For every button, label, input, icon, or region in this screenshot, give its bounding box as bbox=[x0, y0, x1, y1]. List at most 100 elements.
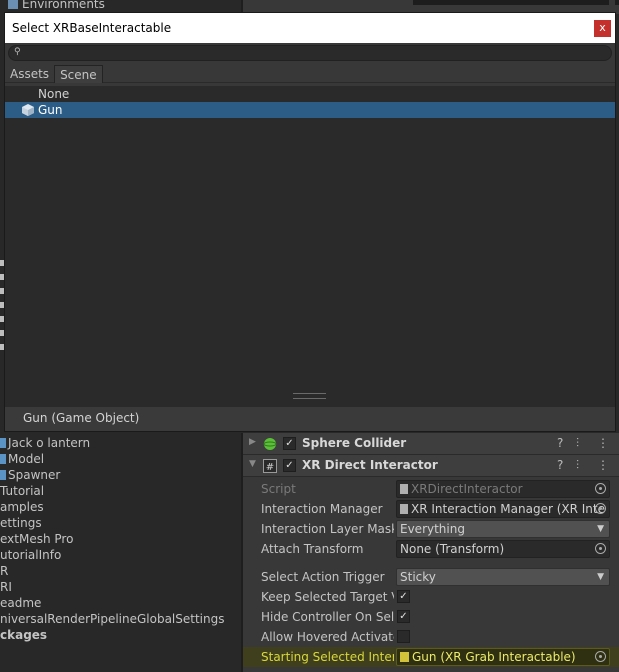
field-value: XR Interaction Manager (XR Inte bbox=[411, 502, 605, 516]
foldout-arrow-icon[interactable]: ▶ bbox=[249, 437, 256, 447]
allow-hovered-activate-checkbox[interactable] bbox=[397, 630, 410, 643]
search-box[interactable]: ⚲ bbox=[8, 45, 612, 61]
sphere-collider-header[interactable]: ▶ ✓ Sphere Collider ? ⫶ ⋮ bbox=[243, 433, 619, 455]
project-item[interactable]: extMesh Pro bbox=[0, 531, 241, 547]
script-file-icon bbox=[400, 504, 408, 514]
gameobject-icon bbox=[0, 454, 6, 464]
script-property: Script XRDirectInteractor bbox=[243, 479, 619, 499]
search-row: ⚲ bbox=[5, 43, 615, 63]
interaction-layer-mask-property: Interaction Layer Mask Everything ▼ bbox=[243, 519, 619, 539]
starting-selected-field[interactable]: Gun (XR Grab Interactable) bbox=[396, 648, 610, 666]
environments-item[interactable]: Environments bbox=[8, 0, 105, 11]
hierarchy-item[interactable]: Model bbox=[0, 451, 241, 467]
inspector-panel: ▶ ✓ Sphere Collider ? ⫶ ⋮ ▼ # ✓ XR Direc… bbox=[243, 433, 619, 672]
direct-interactor-enabled-checkbox[interactable]: ✓ bbox=[283, 459, 296, 472]
project-item-label: eadme bbox=[0, 596, 42, 610]
picker-list: None Gun bbox=[5, 86, 615, 406]
sphere-collider-icon bbox=[263, 438, 277, 450]
object-picker-icon[interactable] bbox=[595, 503, 606, 514]
component-name: Sphere Collider bbox=[302, 436, 407, 450]
component-name: XR Direct Interactor bbox=[302, 458, 438, 472]
attach-transform-field[interactable]: None (Transform) bbox=[396, 540, 610, 558]
interaction-manager-property: Interaction Manager XR Interaction Manag… bbox=[243, 499, 619, 519]
direct-interactor-header[interactable]: ▼ # ✓ XR Direct Interactor ? ⫶ ⋮ bbox=[243, 455, 619, 477]
resize-handle[interactable] bbox=[293, 393, 326, 399]
list-item-gun[interactable]: Gun bbox=[5, 102, 615, 118]
property-label: Keep Selected Target V bbox=[261, 590, 394, 604]
select-action-trigger-property: Select Action Trigger Sticky ▼ bbox=[243, 567, 619, 587]
script-icon: # bbox=[263, 459, 277, 473]
list-item-label: None bbox=[38, 87, 70, 101]
tab-assets[interactable]: Assets bbox=[5, 65, 54, 83]
attach-transform-property: Attach Transform None (Transform) bbox=[243, 539, 619, 559]
help-icon[interactable]: ? bbox=[557, 436, 563, 450]
hide-controller-property: Hide Controller On Selec ✓ bbox=[243, 607, 619, 627]
project-item-label: extMesh Pro bbox=[0, 532, 74, 546]
gameobject-cube-icon bbox=[22, 104, 34, 116]
hierarchy-item-label: Spawner bbox=[8, 468, 61, 482]
starting-selected-property: Starting Selected Intera Gun (XR Grab In… bbox=[243, 647, 619, 667]
menu-icon[interactable]: ⋮ bbox=[597, 458, 609, 472]
field-value: XRDirectInteractor bbox=[411, 482, 523, 496]
property-label: Select Action Trigger bbox=[261, 570, 385, 584]
settings-icon[interactable]: ⫶ bbox=[576, 436, 579, 451]
project-item[interactable]: utorialInfo bbox=[0, 547, 241, 563]
property-label: Interaction Layer Mask bbox=[261, 522, 394, 536]
hierarchy-item-label: Model bbox=[8, 452, 45, 466]
project-item[interactable]: amples bbox=[0, 499, 241, 515]
project-item[interactable]: ettings bbox=[0, 515, 241, 531]
hierarchy-item[interactable]: Jack o lantern bbox=[0, 435, 241, 451]
object-picker-icon[interactable] bbox=[595, 651, 606, 662]
help-icon[interactable]: ? bbox=[557, 458, 563, 472]
project-item[interactable]: eadme bbox=[0, 595, 241, 611]
foldout-arrow-icon[interactable]: ▼ bbox=[249, 459, 256, 469]
gameobject-icon bbox=[0, 438, 6, 448]
selected-object-label: Gun (Game Object) bbox=[23, 411, 140, 425]
layer-mask-dropdown[interactable]: Everything ▼ bbox=[396, 520, 610, 538]
svg-text:#: # bbox=[266, 462, 274, 473]
property-label: Allow Hovered Activate bbox=[261, 630, 394, 644]
sphere-collider-enabled-checkbox[interactable]: ✓ bbox=[283, 437, 296, 450]
keep-selected-checkbox[interactable]: ✓ bbox=[397, 590, 410, 603]
script-file-icon bbox=[400, 484, 408, 494]
picker-title: Select XRBaseInteractable bbox=[12, 21, 172, 35]
project-item[interactable]: ckages bbox=[0, 627, 241, 643]
property-label: Hide Controller On Selec bbox=[261, 610, 394, 624]
property-label: Interaction Manager bbox=[261, 502, 383, 516]
project-item[interactable]: RI bbox=[0, 579, 241, 595]
property-label: Starting Selected Intera bbox=[261, 650, 394, 664]
hierarchy-item-label: Jack o lantern bbox=[8, 436, 91, 450]
project-item[interactable]: R bbox=[0, 563, 241, 579]
object-picker-window: Select XRBaseInteractable x ⚲ Assets Sce… bbox=[4, 12, 616, 432]
search-input[interactable] bbox=[27, 46, 587, 60]
field-value: Gun (XR Grab Interactable) bbox=[412, 650, 576, 664]
project-item-label: R bbox=[0, 564, 9, 578]
menu-icon[interactable]: ⋮ bbox=[597, 436, 609, 450]
project-item-label: Tutorial bbox=[0, 484, 45, 498]
keep-selected-property: Keep Selected Target V ✓ bbox=[243, 587, 619, 607]
project-item[interactable]: Tutorial bbox=[0, 483, 241, 499]
dropdown-arrow-icon: ▼ bbox=[597, 572, 604, 582]
search-icon: ⚲ bbox=[14, 47, 21, 57]
project-item-label: amples bbox=[0, 500, 44, 514]
project-item-label: ckages bbox=[0, 628, 48, 642]
close-button[interactable]: x bbox=[594, 20, 611, 37]
select-action-trigger-dropdown[interactable]: Sticky ▼ bbox=[396, 568, 610, 586]
allow-hovered-activate-property: Allow Hovered Activate bbox=[243, 627, 619, 647]
occluded-field-2 bbox=[615, 0, 619, 5]
hierarchy-item[interactable]: Spawner bbox=[0, 467, 241, 483]
object-picker-icon[interactable] bbox=[595, 543, 606, 554]
project-item-label: utorialInfo bbox=[0, 548, 62, 562]
project-item-label: RI bbox=[0, 580, 12, 594]
picker-titlebar[interactable]: Select XRBaseInteractable x bbox=[5, 13, 615, 43]
tab-scene[interactable]: Scene bbox=[54, 65, 103, 83]
field-value: Sticky bbox=[400, 570, 436, 584]
project-item[interactable]: niversalRenderPipelineGlobalSettings bbox=[0, 611, 241, 627]
hide-controller-checkbox[interactable]: ✓ bbox=[397, 610, 410, 623]
settings-icon[interactable]: ⫶ bbox=[576, 458, 579, 473]
script-field: XRDirectInteractor bbox=[396, 480, 610, 498]
interaction-manager-field[interactable]: XR Interaction Manager (XR Inte bbox=[396, 500, 610, 518]
folder-icon bbox=[8, 0, 18, 9]
property-label: Attach Transform bbox=[261, 542, 364, 556]
list-item-none[interactable]: None bbox=[5, 86, 615, 102]
